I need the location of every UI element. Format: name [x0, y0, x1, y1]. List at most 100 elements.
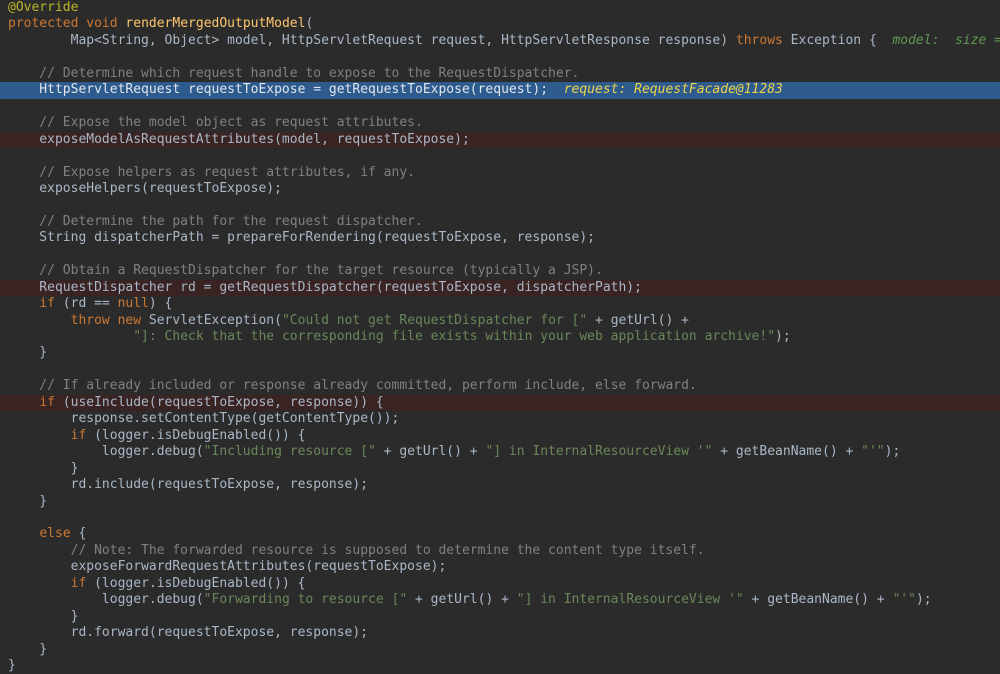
- current-execution-line[interactable]: HttpServletRequest requestToExpose = get…: [0, 82, 1000, 99]
- code-editor[interactable]: @Override protected void renderMergedOutp…: [0, 0, 1000, 674]
- code-token: + getBeanName() +: [712, 444, 862, 460]
- code-token: }: [8, 641, 48, 657]
- comment-token: // Determine the path for the request di…: [8, 213, 423, 229]
- code-line[interactable]: exposeForwardRequestAttributes(requestTo…: [0, 559, 1000, 575]
- code-line[interactable]: }: [0, 461, 1000, 477]
- code-token: }: [8, 345, 48, 361]
- comment-token: // Determine which request handle to exp…: [8, 65, 580, 81]
- code-token: response.setContentType(getContentType()…: [8, 411, 400, 427]
- code-line[interactable]: [0, 99, 1000, 115]
- keyword-token: if: [70, 575, 87, 591]
- string-literal-token: "'": [892, 592, 916, 608]
- code-line[interactable]: if (rd == null) {: [0, 296, 1000, 312]
- code-token: (logger.isDebugEnabled()) {: [86, 427, 306, 443]
- code-line[interactable]: if (logger.isDebugEnabled()) {: [0, 428, 1000, 444]
- code-line[interactable]: [0, 197, 1000, 213]
- inline-debug-value: model: size = 0: [892, 32, 1000, 48]
- code-token: (rd ==: [54, 296, 118, 312]
- code-token: logger.debug(: [8, 592, 204, 608]
- code-line[interactable]: // Note: The forwarded resource is suppo…: [0, 543, 1000, 559]
- code-line[interactable]: else {: [0, 526, 1000, 542]
- code-line[interactable]: throw new ServletException("Could not ge…: [0, 313, 1000, 329]
- code-token: String dispatcherPath = prepareForRender…: [8, 230, 595, 246]
- breakpoint-line[interactable]: if (useInclude(requestToExpose, response…: [0, 394, 1000, 412]
- code-line[interactable]: // Determine the path for the request di…: [0, 214, 1000, 230]
- code-line[interactable]: [0, 510, 1000, 526]
- code-line[interactable]: "]: Check that the corresponding file ex…: [0, 329, 1000, 345]
- code-line[interactable]: Map<String, Object> model, HttpServletRe…: [0, 33, 1000, 49]
- code-line[interactable]: }: [0, 345, 1000, 361]
- code-line[interactable]: response.setContentType(getContentType()…: [0, 411, 1000, 427]
- code-line[interactable]: String dispatcherPath = prepareForRender…: [0, 230, 1000, 246]
- code-line[interactable]: // If already included or response alrea…: [0, 378, 1000, 394]
- code-line[interactable]: [0, 247, 1000, 263]
- annotation-token: @Override: [8, 0, 79, 15]
- code-line[interactable]: [0, 148, 1000, 164]
- comment-token: // Expose helpers as request attributes,…: [8, 164, 415, 180]
- code-line[interactable]: rd.forward(requestToExpose, response);: [0, 625, 1000, 641]
- code-token: exposeForwardRequestAttributes(requestTo…: [8, 559, 447, 575]
- keyword-token: if: [70, 427, 87, 443]
- code-line[interactable]: @Override: [0, 0, 1000, 16]
- keyword-token: if: [39, 394, 55, 410]
- code-line[interactable]: }: [0, 658, 1000, 674]
- code-line[interactable]: logger.debug("Including resource [" + ge…: [0, 444, 1000, 460]
- string-literal-token: "Including resource [": [203, 444, 376, 460]
- code-line[interactable]: }: [0, 642, 1000, 658]
- code-line[interactable]: // Expose the model object as request at…: [0, 115, 1000, 131]
- code-line[interactable]: // Expose helpers as request attributes,…: [0, 165, 1000, 181]
- code-line[interactable]: }: [0, 494, 1000, 510]
- code-token: ) {: [148, 296, 173, 312]
- code-token: (useInclude(requestToExpose, response)) …: [54, 394, 384, 410]
- code-token: );: [884, 444, 901, 460]
- code-token: (: [305, 16, 314, 32]
- code-line[interactable]: [0, 49, 1000, 65]
- keyword-token: throws: [735, 32, 783, 48]
- code-line[interactable]: exposeHelpers(requestToExpose);: [0, 181, 1000, 197]
- code-line[interactable]: protected void renderMergedOutputModel(: [0, 16, 1000, 32]
- code-token: rd.forward(requestToExpose, response);: [8, 625, 369, 641]
- keyword-token: else: [39, 526, 71, 542]
- code-token: rd.include(requestToExpose, response);: [8, 477, 369, 493]
- code-token: }: [8, 493, 48, 509]
- code-token: Exception {: [782, 32, 893, 48]
- keyword-token: throw: [70, 312, 110, 328]
- code-line[interactable]: // Determine which request handle to exp…: [0, 66, 1000, 82]
- code-line[interactable]: if (logger.isDebugEnabled()) {: [0, 576, 1000, 592]
- code-token: HttpServletRequest requestToExpose = get…: [8, 82, 564, 98]
- keyword-token: void: [86, 16, 118, 32]
- method-name-token: renderMergedOutputModel: [125, 16, 306, 32]
- breakpoint-line[interactable]: exposeModelAsRequestAttributes(model, re…: [0, 131, 1000, 149]
- string-literal-token: "]: Check that the corresponding file ex…: [133, 329, 776, 344]
- comment-token: // Obtain a RequestDispatcher for the ta…: [8, 263, 603, 279]
- comment-token: // Expose the model object as request at…: [8, 115, 423, 131]
- code-token: }: [8, 608, 79, 624]
- code-token: + getUrl() +: [375, 444, 486, 460]
- code-token: }: [8, 460, 79, 476]
- code-line[interactable]: logger.debug("Forwarding to resource [" …: [0, 592, 1000, 608]
- keyword-token: null: [117, 296, 149, 312]
- string-literal-token: "] in InternalResourceView '": [485, 444, 713, 460]
- code-token: + getUrl() +: [407, 592, 517, 608]
- code-token: Map<String, Object> model, HttpServletRe…: [8, 32, 736, 48]
- code-token: );: [915, 592, 932, 608]
- breakpoint-line[interactable]: RequestDispatcher rd = getRequestDispatc…: [0, 279, 1000, 297]
- code-token: );: [775, 329, 791, 344]
- code-token: + getUrl() +: [587, 312, 689, 328]
- string-literal-token: "Forwarding to resource [": [203, 592, 408, 608]
- code-token: }: [8, 658, 16, 673]
- code-token: logger.debug(: [8, 444, 204, 460]
- code-token: ServletException(: [141, 312, 282, 328]
- code-line[interactable]: [0, 362, 1000, 378]
- code-line[interactable]: rd.include(requestToExpose, response);: [0, 477, 1000, 493]
- code-line[interactable]: // Obtain a RequestDispatcher for the ta…: [0, 263, 1000, 279]
- code-line[interactable]: }: [0, 609, 1000, 625]
- code-token: exposeModelAsRequestAttributes(model, re…: [8, 131, 470, 147]
